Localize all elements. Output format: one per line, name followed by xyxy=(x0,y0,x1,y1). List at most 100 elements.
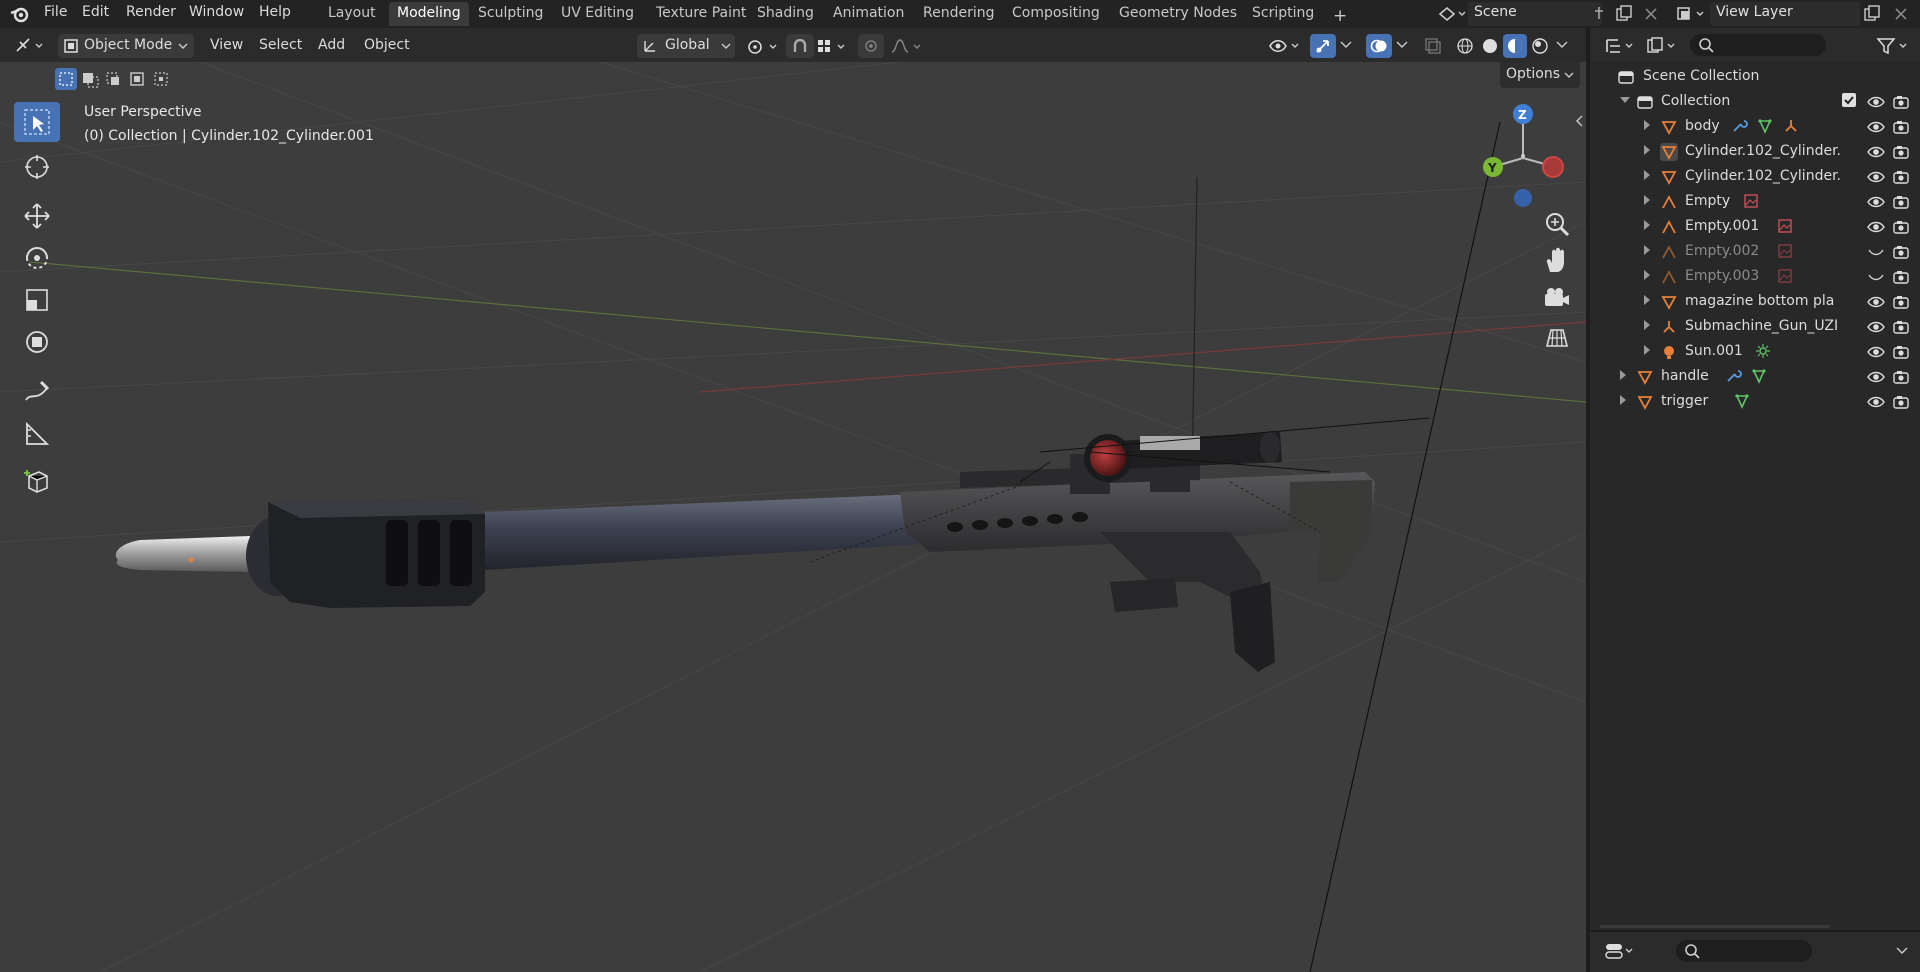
outliner-row[interactable]: magazine bottom pla xyxy=(1590,289,1920,314)
render-camera-icon[interactable] xyxy=(1892,169,1910,189)
outliner-row[interactable]: Empty.001 xyxy=(1590,214,1920,239)
render-camera-icon[interactable] xyxy=(1892,269,1910,289)
wrench-icon[interactable] xyxy=(1725,368,1743,390)
render-camera-icon[interactable] xyxy=(1892,394,1910,414)
pin-icon[interactable] xyxy=(1591,5,1607,23)
render-camera-icon[interactable] xyxy=(1892,294,1910,314)
measure-tool[interactable] xyxy=(14,414,60,454)
eye-icon[interactable] xyxy=(1867,144,1885,164)
eye-icon[interactable] xyxy=(1867,119,1885,139)
armature-icon[interactable] xyxy=(1783,118,1801,140)
menu-render[interactable]: Render xyxy=(126,4,176,20)
view-layer-browse-icon[interactable] xyxy=(1675,5,1707,23)
expand-arrow-icon[interactable] xyxy=(1620,370,1626,380)
chevron-down-icon[interactable] xyxy=(1340,41,1352,49)
render-camera-icon[interactable] xyxy=(1892,194,1910,214)
outliner-editor-type-icon[interactable] xyxy=(1604,36,1638,56)
image-icon[interactable] xyxy=(1743,193,1761,215)
expand-arrow-icon[interactable] xyxy=(1644,345,1650,355)
render-camera-icon[interactable] xyxy=(1892,319,1910,339)
new-scene-icon[interactable] xyxy=(1615,5,1633,23)
properties-editor-type-icon[interactable] xyxy=(1604,940,1638,962)
add-cube-tool[interactable] xyxy=(14,460,60,500)
outliner-row[interactable]: Collection xyxy=(1590,89,1920,114)
scene-browse-icon[interactable] xyxy=(1437,5,1467,23)
outliner-row[interactable]: trigger xyxy=(1590,389,1920,414)
expand-arrow-icon[interactable] xyxy=(1644,245,1650,255)
workspace-tab-scripting[interactable]: Scripting xyxy=(1244,2,1322,26)
gizmo-toggle[interactable] xyxy=(1310,34,1336,58)
render-camera-icon[interactable] xyxy=(1892,119,1910,139)
outliner-search-input[interactable] xyxy=(1690,34,1826,56)
expand-arrow-icon[interactable] xyxy=(1644,170,1650,180)
expand-arrow-icon[interactable] xyxy=(1644,295,1650,305)
view-menu[interactable]: View xyxy=(204,34,249,58)
menu-edit[interactable]: Edit xyxy=(82,4,109,20)
outliner-row[interactable]: Empty xyxy=(1590,189,1920,214)
render-camera-icon[interactable] xyxy=(1892,244,1910,264)
select-menu[interactable]: Select xyxy=(253,34,308,58)
x-axis-handle[interactable] xyxy=(1542,156,1564,178)
outliner-row[interactable]: Sun.001 xyxy=(1590,339,1920,364)
editor-type-icon[interactable] xyxy=(14,36,48,56)
expand-arrow-icon[interactable] xyxy=(1644,120,1650,130)
expand-arrow-icon[interactable] xyxy=(1644,145,1650,155)
view-layer-field[interactable]: View Layer xyxy=(1710,2,1860,26)
select-box-tool[interactable] xyxy=(14,102,60,142)
camera-view-icon[interactable] xyxy=(1541,284,1573,316)
scene-name-field[interactable]: Scene xyxy=(1468,2,1602,26)
selection-mode-buttons[interactable] xyxy=(55,68,175,90)
zoom-icon[interactable] xyxy=(1541,208,1573,240)
options-dropdown[interactable]: Options xyxy=(1500,62,1580,88)
wrench-icon[interactable] xyxy=(1731,118,1749,140)
add-menu[interactable]: Add xyxy=(312,34,351,58)
properties-search-input[interactable] xyxy=(1676,940,1812,962)
render-camera-icon[interactable] xyxy=(1892,144,1910,164)
display-mode-icon[interactable] xyxy=(1646,36,1680,56)
rendered-shading-icon[interactable] xyxy=(1531,37,1549,55)
snap-target-icon[interactable] xyxy=(816,38,850,56)
eye-icon[interactable] xyxy=(1867,219,1885,239)
render-camera-icon[interactable] xyxy=(1892,219,1910,239)
chevron-down-icon[interactable] xyxy=(1396,41,1408,49)
image-icon[interactable] xyxy=(1777,268,1795,290)
scale-tool[interactable] xyxy=(14,280,60,320)
mesh-data-icon[interactable] xyxy=(1751,368,1769,390)
workspace-tab-texture-paint[interactable]: Texture Paint xyxy=(648,2,754,26)
proportional-edit-toggle[interactable] xyxy=(858,34,884,58)
menu-file[interactable]: File xyxy=(44,4,67,20)
annotate-tool[interactable] xyxy=(14,372,60,412)
object-menu[interactable]: Object xyxy=(358,34,416,58)
3d-viewport[interactable]: User Perspective (0) Collection | Cylind… xyxy=(0,62,1586,972)
image-icon[interactable] xyxy=(1777,243,1795,265)
visibility-selectability-icon[interactable] xyxy=(1268,36,1302,56)
collection-exclude-checkbox[interactable] xyxy=(1842,93,1856,107)
expand-arrow-icon[interactable] xyxy=(1644,320,1650,330)
outliner-row[interactable]: body xyxy=(1590,114,1920,139)
delete-scene-icon[interactable] xyxy=(1643,6,1659,22)
outliner-row[interactable]: Submachine_Gun_UZI xyxy=(1590,314,1920,339)
mesh-data-icon[interactable] xyxy=(1757,118,1775,140)
outliner-row[interactable]: handle xyxy=(1590,364,1920,389)
render-camera-icon[interactable] xyxy=(1892,369,1910,389)
material-preview-toggle[interactable] xyxy=(1503,34,1527,58)
eye-icon[interactable] xyxy=(1867,94,1885,114)
solid-shading-icon[interactable] xyxy=(1481,37,1499,55)
delete-view-layer-icon[interactable] xyxy=(1893,6,1909,22)
render-camera-icon[interactable] xyxy=(1892,344,1910,364)
menu-help[interactable]: Help xyxy=(259,4,291,20)
expand-arrow-icon[interactable] xyxy=(1644,195,1650,205)
workspace-tab-sculpting[interactable]: Sculpting xyxy=(470,2,551,26)
blender-logo-icon[interactable] xyxy=(10,5,30,23)
overlays-toggle[interactable] xyxy=(1366,34,1392,58)
eye-icon[interactable] xyxy=(1867,344,1885,364)
add-workspace-button[interactable]: + xyxy=(1325,3,1355,27)
sun-data-icon[interactable] xyxy=(1755,343,1773,365)
outliner-row[interactable]: Cylinder.102_Cylinder. xyxy=(1590,164,1920,189)
image-icon[interactable] xyxy=(1777,218,1795,240)
move-tool[interactable] xyxy=(14,196,60,236)
workspace-tab-shading[interactable]: Shading xyxy=(749,2,822,26)
pan-hand-icon[interactable] xyxy=(1541,246,1573,278)
mode-dropdown[interactable]: Object Mode xyxy=(58,34,194,58)
eye-icon[interactable] xyxy=(1867,319,1885,339)
